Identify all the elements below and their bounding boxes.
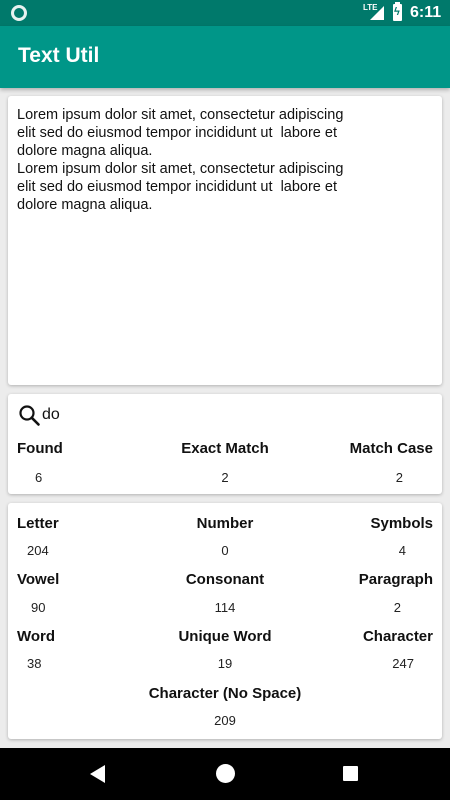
paragraph-value: 2 xyxy=(393,600,401,615)
symbols-label: Symbols xyxy=(370,515,433,532)
stats-card: Letter Number Symbols 204 0 4 Vowel Cons… xyxy=(8,503,442,739)
search-row xyxy=(18,402,432,428)
character-value: 247 xyxy=(392,656,414,671)
character-no-space-value: 209 xyxy=(214,713,236,728)
battery-icon: ϟ xyxy=(393,2,402,21)
back-triangle-icon[interactable] xyxy=(90,765,105,783)
clock: 6:11 xyxy=(410,4,442,21)
consonant-value: 114 xyxy=(214,600,236,615)
home-circle-icon[interactable] xyxy=(216,764,235,783)
symbols-value: 4 xyxy=(398,543,406,558)
search-card: Found Exact Match Match Case 6 2 2 xyxy=(8,394,442,494)
app-title: Text Util xyxy=(18,44,100,67)
text-input[interactable]: Lorem ipsum dolor sit amet, consectetur … xyxy=(17,106,433,374)
app-bar: Text Util xyxy=(0,26,450,88)
recents-square-icon[interactable] xyxy=(343,766,358,781)
notification-dot-icon xyxy=(11,5,27,21)
match-case-label: Match Case xyxy=(349,440,433,457)
character-no-space-label: Character (No Space) xyxy=(148,685,302,702)
search-input[interactable] xyxy=(42,403,422,427)
character-label: Character xyxy=(362,628,433,645)
unique-word-value: 19 xyxy=(217,656,233,671)
exact-match-value: 2 xyxy=(221,470,229,485)
text-input-card: Lorem ipsum dolor sit amet, consectetur … xyxy=(8,96,442,385)
paragraph-label: Paragraph xyxy=(358,571,433,588)
match-case-value: 2 xyxy=(395,470,403,485)
status-bar: LTE ϟ 6:11 xyxy=(0,0,450,26)
navigation-bar xyxy=(0,748,450,800)
number-value: 0 xyxy=(221,543,229,558)
search-icon[interactable] xyxy=(18,404,42,428)
signal-icon xyxy=(370,6,384,20)
